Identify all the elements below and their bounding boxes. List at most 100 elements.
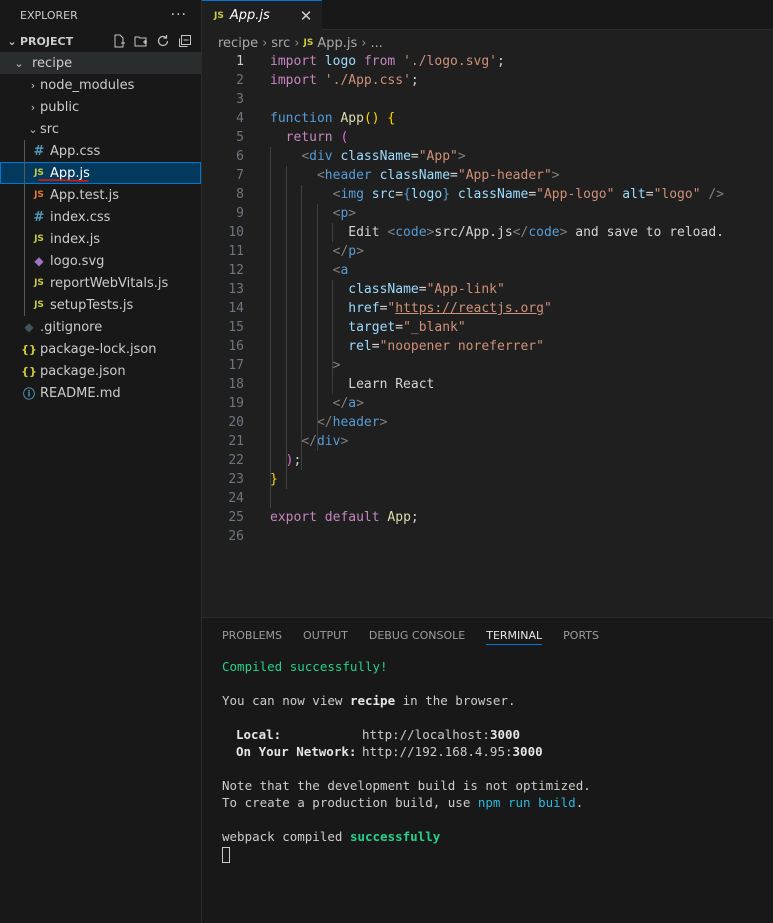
tree-folder-node-modules[interactable]: › node_modules — [0, 74, 201, 96]
code-line: 20 </header> — [202, 413, 773, 432]
line-number: 23 — [228, 472, 244, 487]
panel-tabs: PROBLEMS OUTPUT DEBUG CONSOLE TERMINAL P… — [202, 618, 773, 653]
tab-terminal[interactable]: TERMINAL — [486, 618, 542, 653]
js-file-icon: JS — [34, 234, 44, 244]
terminal-line: webpack compiled successfully — [222, 828, 591, 845]
tree-item-label: setupTests.js — [50, 297, 134, 313]
code-text: return ( — [285, 130, 349, 145]
tab-app-js[interactable]: JS App.js ✕ — [202, 0, 322, 30]
code-line: 3 — [202, 90, 773, 109]
line-number: 17 — [228, 358, 244, 373]
line-number: 21 — [228, 434, 244, 449]
tree-item-label: App.css — [50, 143, 101, 159]
line-number: 16 — [228, 339, 244, 354]
terminal-port: 3000 — [489, 727, 521, 742]
breadcrumb-item[interactable]: src — [271, 36, 290, 51]
collapse-all-icon[interactable] — [177, 33, 193, 49]
terminal-network-label: On Your Network: — [236, 744, 357, 759]
tab-ports[interactable]: PORTS — [563, 618, 599, 653]
tree-file-app-test-js[interactable]: JS App.test.js — [0, 184, 201, 206]
tab-problems[interactable]: PROBLEMS — [222, 618, 282, 653]
tree-file-setup-tests[interactable]: JS setupTests.js — [0, 294, 201, 316]
tree-file-index-js[interactable]: JS index.js — [0, 228, 201, 250]
code-line: 18 Learn React — [202, 375, 773, 394]
indent-guide — [317, 204, 318, 451]
terminal-text: webpack compiled — [222, 829, 350, 844]
indent-guide — [24, 250, 25, 272]
terminal-url: http://localhost: — [362, 727, 490, 742]
line-number: 19 — [228, 396, 244, 411]
js-file-icon: JS — [34, 278, 44, 288]
chevron-right-icon: › — [30, 78, 36, 92]
code-text: </header> — [316, 415, 388, 430]
breadcrumb-item[interactable]: ... — [370, 36, 382, 51]
line-number: 12 — [228, 263, 244, 278]
code-line: 10 Edit <code>src/App.js</code> and save… — [202, 223, 773, 242]
more-actions-icon[interactable]: ··· — [171, 7, 187, 23]
tab-debug-console[interactable]: DEBUG CONSOLE — [369, 618, 465, 653]
terminal-app-name: recipe — [349, 693, 396, 708]
breadcrumb-item[interactable]: App.js — [317, 36, 357, 51]
tree-item-label: public — [40, 99, 80, 115]
code-editor[interactable]: 1 import logo from './logo.svg'; 2 import … — [202, 52, 773, 612]
code-text: </div> — [301, 434, 349, 449]
code-text: <a — [332, 263, 349, 278]
tree-file-index-css[interactable]: # index.css — [0, 206, 201, 228]
refresh-icon[interactable] — [155, 33, 171, 49]
terminal-line — [222, 845, 591, 863]
code-line: 23} — [202, 470, 773, 489]
indent-guide — [24, 272, 25, 294]
code-line: 22 ); — [202, 451, 773, 470]
tab-output[interactable]: OUTPUT — [303, 618, 348, 653]
tree-file-gitignore[interactable]: ◆ .gitignore — [0, 316, 201, 338]
terminal-command: npm run build — [477, 795, 576, 810]
indent-guide — [270, 147, 271, 508]
tree-file-package-json[interactable]: {} package.json — [0, 360, 201, 382]
code-text: } — [270, 472, 278, 487]
line-number: 26 — [228, 529, 244, 544]
tree-file-readme[interactable]: ⓘ README.md — [0, 382, 201, 404]
line-number: 11 — [228, 244, 244, 259]
code-line: 1 import logo from './logo.svg'; — [202, 52, 773, 71]
tree-file-logo-svg[interactable]: ◆ logo.svg — [0, 250, 201, 272]
terminal-line: On Your Network: http://192.168.4.95:3000 — [222, 743, 591, 760]
tree-folder-recipe[interactable]: ⌄ recipe — [0, 52, 201, 74]
new-file-icon[interactable] — [111, 33, 127, 49]
code-text: Learn React — [270, 377, 435, 392]
tree-file-package-lock[interactable]: {} package-lock.json — [0, 338, 201, 360]
terminal-line: Local: http://localhost:3000 — [222, 726, 591, 743]
code-line: 9 <p> — [202, 204, 773, 223]
tree-item-label: logo.svg — [50, 253, 105, 269]
tree-file-app-js[interactable]: JS App.js — [0, 162, 201, 184]
code-line: 21 </div> — [202, 432, 773, 451]
line-number: 14 — [228, 301, 244, 316]
code-line: 26 — [202, 527, 773, 546]
code-line: 13 className="App-link" — [202, 280, 773, 299]
tree-file-app-css[interactable]: # App.css — [0, 140, 201, 162]
code-text: import './App.css'; — [270, 73, 419, 88]
code-line: 14 href="https://reactjs.org" — [202, 299, 773, 318]
terminal-output[interactable]: Compiled successfully! You can now view … — [222, 658, 591, 863]
chevron-down-icon[interactable]: ⌄ — [4, 35, 20, 48]
tree-item-label: App.test.js — [50, 187, 120, 203]
breadcrumb-item[interactable]: recipe — [218, 36, 258, 51]
info-file-icon: ⓘ — [22, 386, 35, 401]
line-number: 22 — [228, 453, 244, 468]
project-section-header[interactable]: ⌄ PROJECT — [0, 30, 201, 52]
new-folder-icon[interactable] — [133, 33, 149, 49]
breadcrumb: recipe › src › JS App.js › ... — [202, 32, 773, 54]
tree-folder-src[interactable]: ⌄ src — [0, 118, 201, 140]
code-text: className="App-link" — [348, 282, 505, 297]
chevron-down-icon: ⌄ — [28, 122, 38, 136]
tree-folder-public[interactable]: › public — [0, 96, 201, 118]
red-annotation-underline — [38, 179, 89, 182]
close-icon[interactable]: ✕ — [296, 7, 316, 25]
terminal-cursor[interactable] — [222, 846, 230, 863]
tree-file-report-web-vitals[interactable]: JS reportWebVitals.js — [0, 272, 201, 294]
indent-guide — [24, 294, 25, 316]
json-file-icon: {} — [21, 364, 37, 378]
code-line: 7 <header className="App-header"> — [202, 166, 773, 185]
line-number: 2 — [236, 73, 244, 88]
